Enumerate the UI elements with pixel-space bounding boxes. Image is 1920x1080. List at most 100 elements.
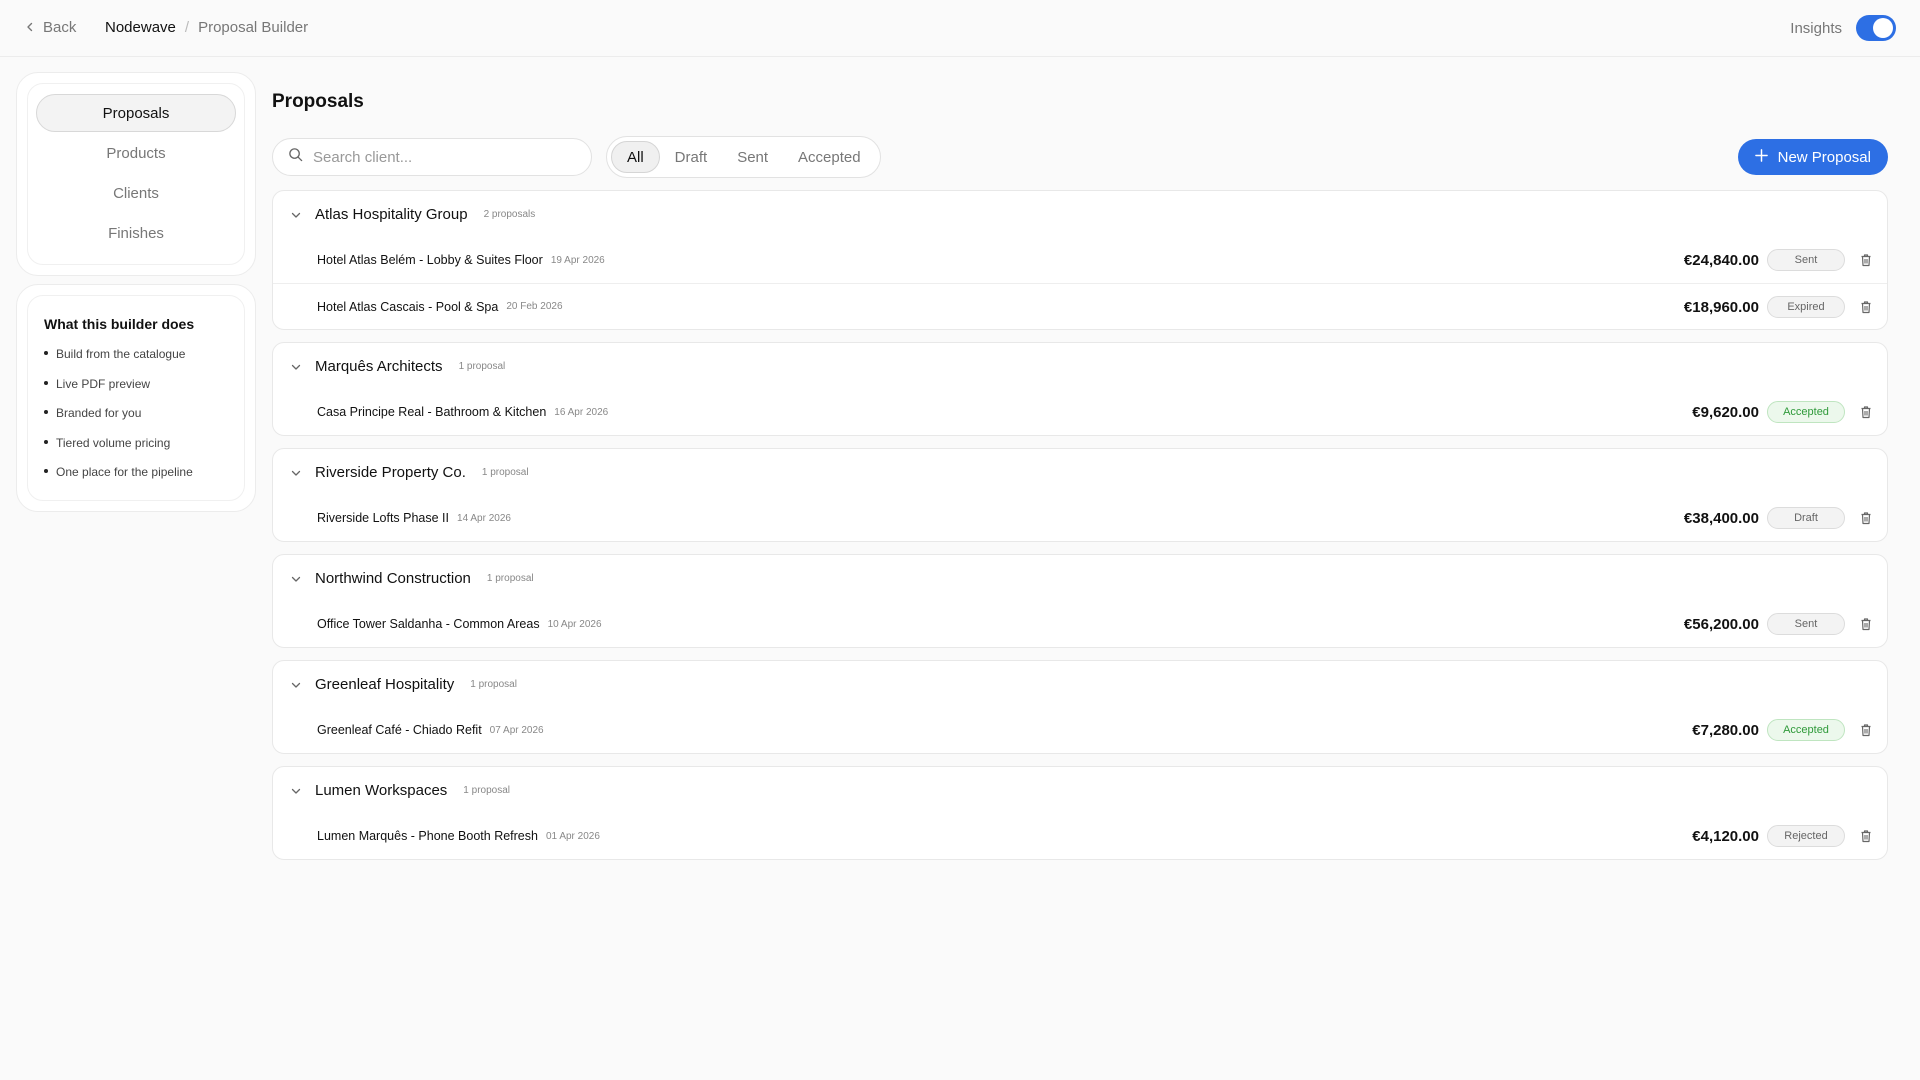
proposal-row[interactable]: Office Tower Saldanha - Common Areas 10 A… bbox=[273, 601, 1887, 647]
client-name: Marquês Architects bbox=[315, 357, 443, 375]
trash-icon[interactable] bbox=[1859, 723, 1873, 737]
breadcrumb-workspace[interactable]: Nodewave bbox=[105, 19, 176, 36]
proposal-name: Hotel Atlas Cascais - Pool & Spa bbox=[317, 299, 499, 314]
plus-icon bbox=[1754, 148, 1768, 166]
client-name: Northwind Construction bbox=[315, 569, 471, 587]
chevron-down-icon[interactable] bbox=[290, 784, 302, 796]
proposal-row[interactable]: Casa Principe Real - Bathroom & Kitchen 1… bbox=[273, 389, 1887, 435]
sidebar-item-finishes[interactable]: Finishes bbox=[36, 214, 236, 252]
sidebar-item-products[interactable]: Products bbox=[36, 134, 236, 172]
proposal-date: 10 Apr 2026 bbox=[547, 618, 602, 630]
info-list-item: Live PDF preview bbox=[44, 376, 234, 406]
chevron-down-icon[interactable] bbox=[290, 208, 302, 220]
proposal-date: 16 Apr 2026 bbox=[554, 406, 609, 418]
search-input[interactable] bbox=[313, 148, 563, 166]
proposal-row[interactable]: Lumen Marquês - Phone Booth Refresh 01 Ap… bbox=[273, 813, 1887, 859]
proposal-row-actions: €7,280.00 Accepted bbox=[1692, 707, 1873, 753]
chevron-down-icon[interactable] bbox=[290, 572, 302, 584]
breadcrumb-separator: / bbox=[184, 19, 190, 36]
chevron-left-icon bbox=[25, 19, 35, 36]
proposal-amount: €4,120.00 bbox=[1692, 827, 1759, 845]
status-badge: Sent bbox=[1767, 249, 1845, 271]
proposal-date: 20 Feb 2026 bbox=[506, 301, 563, 312]
trash-icon[interactable] bbox=[1859, 511, 1873, 525]
sidebar-item-clients[interactable]: Clients bbox=[36, 174, 236, 212]
client-name: Greenleaf Hospitality bbox=[315, 675, 455, 693]
proposal-row-actions: €18,960.00 Expired bbox=[1683, 284, 1873, 329]
filter-tab-all[interactable]: All bbox=[611, 141, 660, 173]
proposal-name: Office Tower Saldanha - Common Areas bbox=[317, 617, 540, 631]
proposal-amount: €38,400.00 bbox=[1683, 509, 1759, 527]
filter-tab-sent[interactable]: Sent bbox=[722, 141, 783, 173]
info-list-item: One place for the pipeline bbox=[44, 464, 234, 494]
search-box[interactable] bbox=[272, 138, 592, 176]
proposal-amount: €7,280.00 bbox=[1692, 721, 1759, 739]
proposal-row[interactable]: Hotel Atlas Cascais - Pool & Spa 20 Feb 2… bbox=[273, 283, 1887, 329]
proposal-row-actions: €24,840.00 Sent bbox=[1684, 237, 1873, 283]
proposal-row-actions: €4,120.00 Rejected bbox=[1692, 813, 1873, 859]
back-button[interactable]: Back bbox=[25, 19, 76, 36]
client-group-header[interactable]: Marquês Architects 1 proposal bbox=[273, 343, 1887, 389]
breadcrumb: Nodewave / Proposal Builder bbox=[105, 19, 308, 36]
chevron-down-icon[interactable] bbox=[290, 678, 302, 690]
proposal-date: 07 Apr 2026 bbox=[489, 724, 544, 736]
client-name: Lumen Workspaces bbox=[315, 781, 448, 799]
trash-icon[interactable] bbox=[1859, 617, 1873, 631]
filter-tab-accepted[interactable]: Accepted bbox=[783, 141, 876, 173]
info-panel: What this builder does Build from the ca… bbox=[27, 295, 245, 501]
proposal-count: 1 proposal bbox=[470, 678, 517, 690]
insights-control: Insights bbox=[1790, 15, 1896, 41]
trash-icon[interactable] bbox=[1859, 405, 1873, 419]
client-group: Riverside Property Co. 1 proposal Riversid… bbox=[272, 448, 1888, 542]
sidebar-item-proposals[interactable]: Proposals bbox=[36, 94, 236, 132]
client-group: Marquês Architects 1 proposal Casa Princip… bbox=[272, 342, 1888, 436]
sidebar-info-card: What this builder does Build from the ca… bbox=[16, 284, 256, 512]
breadcrumb-current: Proposal Builder bbox=[198, 19, 309, 36]
proposal-name: Riverside Lofts Phase II bbox=[317, 511, 450, 525]
proposal-row[interactable]: Greenleaf Café - Chiado Refit 07 Apr 2026… bbox=[273, 707, 1887, 753]
proposal-name: Lumen Marquês - Phone Booth Refresh bbox=[317, 829, 538, 843]
new-proposal-button[interactable]: New Proposal bbox=[1737, 139, 1888, 175]
status-badge: Accepted bbox=[1767, 719, 1845, 741]
proposal-row-actions: €38,400.00 Draft bbox=[1684, 495, 1873, 541]
client-name: Riverside Property Co. bbox=[315, 463, 466, 481]
proposal-amount: €18,960.00 bbox=[1683, 298, 1759, 316]
client-group: Atlas Hospitality Group 2 proposals Hotel … bbox=[272, 190, 1888, 330]
proposal-count: 2 proposals bbox=[483, 208, 536, 220]
client-group-header[interactable]: Atlas Hospitality Group 2 proposals bbox=[273, 191, 1887, 237]
proposal-row[interactable]: Riverside Lofts Phase II 14 Apr 2026 €38,4… bbox=[273, 495, 1887, 541]
status-badge: Expired bbox=[1767, 296, 1845, 318]
proposal-count: 1 proposal bbox=[481, 466, 529, 478]
proposal-groups: Atlas Hospitality Group 2 proposals Hotel … bbox=[272, 190, 1888, 872]
back-label: Back bbox=[43, 19, 77, 36]
client-group-header[interactable]: Northwind Construction 1 proposal bbox=[273, 555, 1887, 601]
proposal-amount: €24,840.00 bbox=[1683, 251, 1759, 269]
client-group-header[interactable]: Riverside Property Co. 1 proposal bbox=[273, 449, 1887, 495]
client-name: Atlas Hospitality Group bbox=[315, 205, 468, 223]
trash-icon[interactable] bbox=[1859, 829, 1873, 843]
chevron-down-icon[interactable] bbox=[290, 360, 302, 372]
proposal-row[interactable]: Hotel Atlas Belém - Lobby & Suites Floor… bbox=[273, 237, 1887, 283]
sidebar-nav: Proposals Products Clients Finishes bbox=[27, 83, 245, 265]
insights-toggle[interactable] bbox=[1856, 15, 1896, 41]
trash-icon[interactable] bbox=[1859, 300, 1873, 314]
search-icon bbox=[288, 147, 303, 167]
status-badge: Sent bbox=[1767, 613, 1845, 635]
client-group-header[interactable]: Lumen Workspaces 1 proposal bbox=[273, 767, 1887, 813]
proposal-row-actions: €9,620.00 Accepted bbox=[1692, 389, 1873, 435]
trash-icon[interactable] bbox=[1859, 253, 1873, 267]
info-list-item: Build from the catalogue bbox=[44, 346, 234, 376]
info-list-item: Tiered volume pricing bbox=[44, 435, 234, 465]
page-title: Proposals bbox=[272, 91, 364, 112]
client-group-header[interactable]: Greenleaf Hospitality 1 proposal bbox=[273, 661, 1887, 707]
insights-label: Insights bbox=[1790, 19, 1842, 37]
status-badge: Accepted bbox=[1767, 401, 1845, 423]
chevron-down-icon[interactable] bbox=[290, 466, 302, 478]
sidebar-nav-card: Proposals Products Clients Finishes bbox=[16, 72, 256, 276]
proposal-amount: €56,200.00 bbox=[1683, 615, 1759, 633]
filter-tab-draft[interactable]: Draft bbox=[660, 141, 723, 173]
proposal-date: 01 Apr 2026 bbox=[545, 830, 600, 842]
proposal-date: 14 Apr 2026 bbox=[457, 512, 511, 524]
status-filter-tabs: All Draft Sent Accepted bbox=[606, 136, 881, 178]
proposal-count: 1 proposal bbox=[486, 572, 534, 584]
